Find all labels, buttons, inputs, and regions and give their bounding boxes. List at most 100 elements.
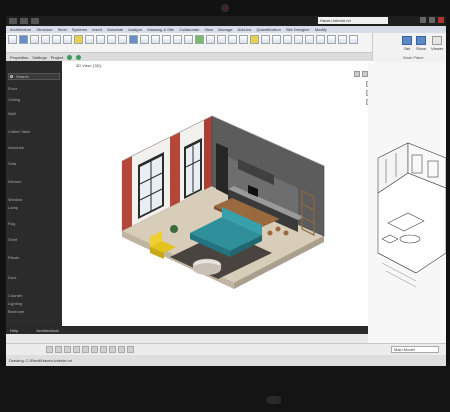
ribbon-tab[interactable]: Analyze	[128, 27, 142, 32]
ribbon-tab[interactable]: Manage	[218, 27, 232, 32]
area-icon[interactable]	[239, 35, 248, 44]
workset-field[interactable]: Main Model	[391, 346, 439, 353]
show-crop-icon[interactable]	[100, 346, 107, 353]
ribbon-tab[interactable]: Insert	[92, 27, 102, 32]
app-menu-button[interactable]	[9, 18, 17, 24]
tag-area-icon[interactable]	[261, 35, 270, 44]
dormer-icon[interactable]	[316, 35, 325, 44]
tag-room-icon[interactable]	[228, 35, 237, 44]
column-icon[interactable]	[63, 35, 72, 44]
door-icon[interactable]	[30, 35, 39, 44]
floor-icon[interactable]	[96, 35, 105, 44]
sun-path-icon[interactable]	[73, 346, 80, 353]
browser-item[interactable]: Floor	[8, 86, 17, 91]
window-icon[interactable]	[41, 35, 50, 44]
ribbon-tab[interactable]: Quantification	[256, 27, 280, 32]
railing-icon[interactable]	[140, 35, 149, 44]
browser-item[interactable]: Door	[8, 275, 17, 280]
ribbon-tab[interactable]: Architecture	[10, 27, 31, 32]
hide-icon[interactable]	[118, 346, 125, 353]
secondary-window[interactable]	[368, 63, 446, 343]
roof-icon[interactable]	[74, 35, 83, 44]
save-icon[interactable]	[31, 18, 39, 24]
browser-item[interactable]: Window	[8, 197, 22, 202]
search-input[interactable]: Search	[8, 73, 60, 80]
brick-column-right	[204, 116, 212, 190]
model-line-icon[interactable]	[184, 35, 193, 44]
browser-item[interactable]: Kitchen	[8, 179, 21, 184]
browser-item[interactable]: Sofa	[8, 161, 16, 166]
browser-item[interactable]: Shelf	[8, 237, 17, 242]
show-icon	[416, 36, 426, 45]
scale-icon[interactable]	[46, 346, 53, 353]
browser-item[interactable]: Coffee Table	[8, 129, 30, 134]
component-icon[interactable]	[52, 35, 61, 44]
open-icon[interactable]	[20, 18, 28, 24]
modify-icon[interactable]	[8, 35, 17, 44]
visual-style-icon[interactable]	[64, 346, 71, 353]
browser-item[interactable]: Plants	[8, 255, 19, 260]
level-icon[interactable]	[327, 35, 336, 44]
discipline-label[interactable]: Architectural	[36, 328, 58, 333]
bezel-top	[0, 0, 450, 16]
browser-item[interactable]: Ceiling	[8, 97, 20, 102]
ribbon-tab[interactable]: Steel	[58, 27, 67, 32]
crop-icon[interactable]	[91, 346, 98, 353]
area-boundary-icon[interactable]	[250, 35, 259, 44]
datum-icon[interactable]	[349, 35, 358, 44]
viewer-button[interactable]: Viewer	[431, 36, 443, 51]
show-button[interactable]: Show	[415, 36, 427, 51]
room-separator-icon[interactable]	[217, 35, 226, 44]
ceiling-icon[interactable]	[85, 35, 94, 44]
stool	[275, 226, 281, 232]
ribbon-tab[interactable]: Site Designer	[286, 27, 310, 32]
set-button[interactable]: Set	[401, 36, 413, 51]
shadows-icon[interactable]	[82, 346, 89, 353]
browser-item[interactable]: Armchair	[8, 145, 24, 150]
tab-properties[interactable]: Properties	[10, 55, 28, 60]
ribbon-tab[interactable]: Structure	[36, 27, 52, 32]
vertical-icon[interactable]	[305, 35, 314, 44]
help-label[interactable]: Help	[10, 328, 18, 333]
by-face-icon[interactable]	[272, 35, 281, 44]
shaft-icon[interactable]	[283, 35, 292, 44]
screen: Haven-Interior.rvt Architecture Structur…	[6, 16, 446, 366]
lock-icon[interactable]	[109, 346, 116, 353]
3d-viewport[interactable]: 3D View: {3D}	[62, 61, 374, 326]
ribbon-tab[interactable]: Systems	[72, 27, 87, 32]
browser-item[interactable]: Wall	[8, 111, 16, 116]
curtain-system-icon[interactable]	[107, 35, 116, 44]
mullion-icon[interactable]	[129, 35, 138, 44]
ribbon-tab[interactable]: View	[204, 27, 213, 32]
bezel-bottom	[0, 366, 450, 412]
ribbon-tab[interactable]: Massing & Site	[147, 27, 174, 32]
tab-project[interactable]: Project	[51, 55, 63, 60]
grid-icon[interactable]	[338, 35, 347, 44]
detail-level-icon[interactable]	[55, 346, 62, 353]
browser-item[interactable]: Rug	[8, 221, 15, 226]
browser-item[interactable]: Lamp	[8, 205, 18, 210]
wall-icon[interactable]	[19, 35, 28, 44]
ramp-icon[interactable]	[151, 35, 160, 44]
ribbon-tab[interactable]: Collaborate	[179, 27, 199, 32]
minimize-button[interactable]	[420, 17, 426, 23]
browser-item[interactable]: Counter	[8, 293, 22, 298]
room-icon[interactable]	[206, 35, 215, 44]
set-icon	[402, 36, 412, 45]
set-label: Set	[403, 46, 410, 51]
browser-item[interactable]: Bedroom	[8, 309, 24, 314]
model-group-icon[interactable]	[195, 35, 204, 44]
wall-opening-icon[interactable]	[294, 35, 303, 44]
tab-settings[interactable]: Settings	[32, 55, 46, 60]
ribbon-tab[interactable]: Annotate	[107, 27, 123, 32]
close-button[interactable]	[438, 17, 444, 23]
ribbon-tab[interactable]: Add-Ins	[238, 27, 252, 32]
model-text-icon[interactable]	[173, 35, 182, 44]
reveal-icon[interactable]	[127, 346, 134, 353]
curtain-grid-icon[interactable]	[118, 35, 127, 44]
browser-item[interactable]: Lighting	[8, 301, 22, 306]
maximize-button[interactable]	[429, 17, 435, 23]
stair-icon[interactable]	[162, 35, 171, 44]
ribbon-tab[interactable]: Modify	[315, 27, 327, 32]
bottom-toolbar: Main Model	[6, 343, 446, 355]
